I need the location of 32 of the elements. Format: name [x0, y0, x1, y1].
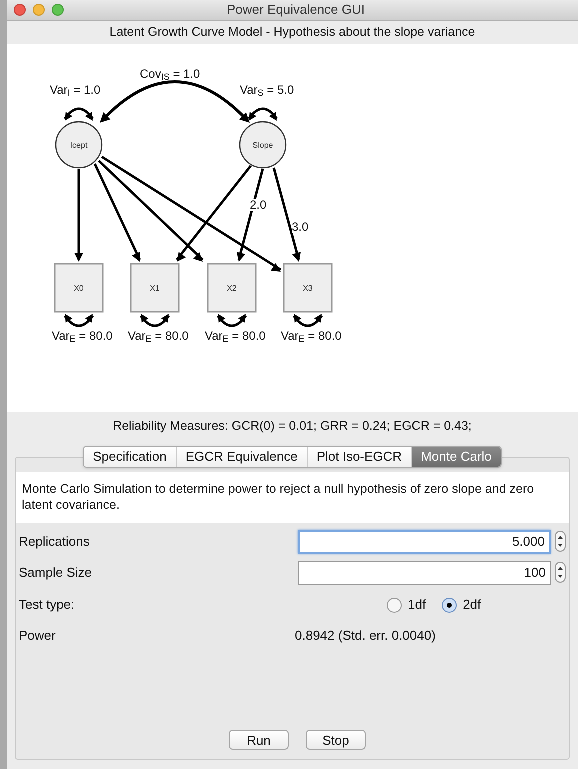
tab[interactable]: EGCR Equivalence	[176, 447, 307, 467]
power-value: 0.8942 (Std. err. 0.0040)	[295, 627, 436, 646]
error-variance-label: Var$_{E}$ = 80.0	[281, 330, 342, 342]
error-variance-label: Var$_{E}$ = 80.0	[52, 330, 113, 342]
tab[interactable]: Plot Iso-EGCR	[306, 447, 412, 467]
number-field[interactable]: 100	[298, 560, 551, 584]
window-title: Power Equivalence GUI	[227, 1, 366, 20]
number-field[interactable]: 5.000	[298, 530, 551, 554]
field-label: Test type:	[19, 596, 76, 614]
loading-label: 2.0	[250, 199, 267, 211]
stepper-icon[interactable]	[555, 531, 566, 552]
field-label: Sample Size	[19, 564, 93, 582]
tab[interactable]: Specification	[84, 447, 176, 467]
stepper-icon[interactable]	[555, 562, 566, 583]
error-variance-label: Var$_{E}$ = 80.0	[128, 330, 189, 342]
reliability-text: Reliability Measures: GCR(0) = 0.01; GRR = 0.24; EGCR = 0.43;	[113, 418, 472, 435]
field-label: Replications	[19, 532, 91, 551]
radio-option[interactable]: 1df	[387, 595, 426, 615]
loading-label: 3.0	[292, 221, 309, 233]
description-text: Monte Carlo Simulation to determine power to reject a null hypothesis of zero slope and zero latent covariance.	[22, 481, 536, 513]
tab[interactable]: Monte Carlo	[411, 447, 501, 467]
error-variance-label: Var$_{E}$ = 80.0	[205, 330, 266, 342]
zoom-icon[interactable]	[52, 4, 64, 16]
covariance-label: Cov$_{IS}$ = 1.0	[140, 68, 200, 80]
radio-option[interactable]: 2df	[442, 595, 482, 615]
model-heading: Latent Growth Curve Model - Hypothesis about the slope variance	[110, 24, 476, 42]
variance-label: Var$_{I}$ = 1.0	[50, 84, 101, 96]
action-button[interactable]: Run	[229, 730, 289, 750]
minimize-icon[interactable]	[33, 4, 45, 16]
close-icon[interactable]	[14, 4, 26, 16]
action-button[interactable]: Stop	[306, 730, 366, 750]
variance-label: Var$_{S}$ = 5.0	[240, 84, 294, 96]
